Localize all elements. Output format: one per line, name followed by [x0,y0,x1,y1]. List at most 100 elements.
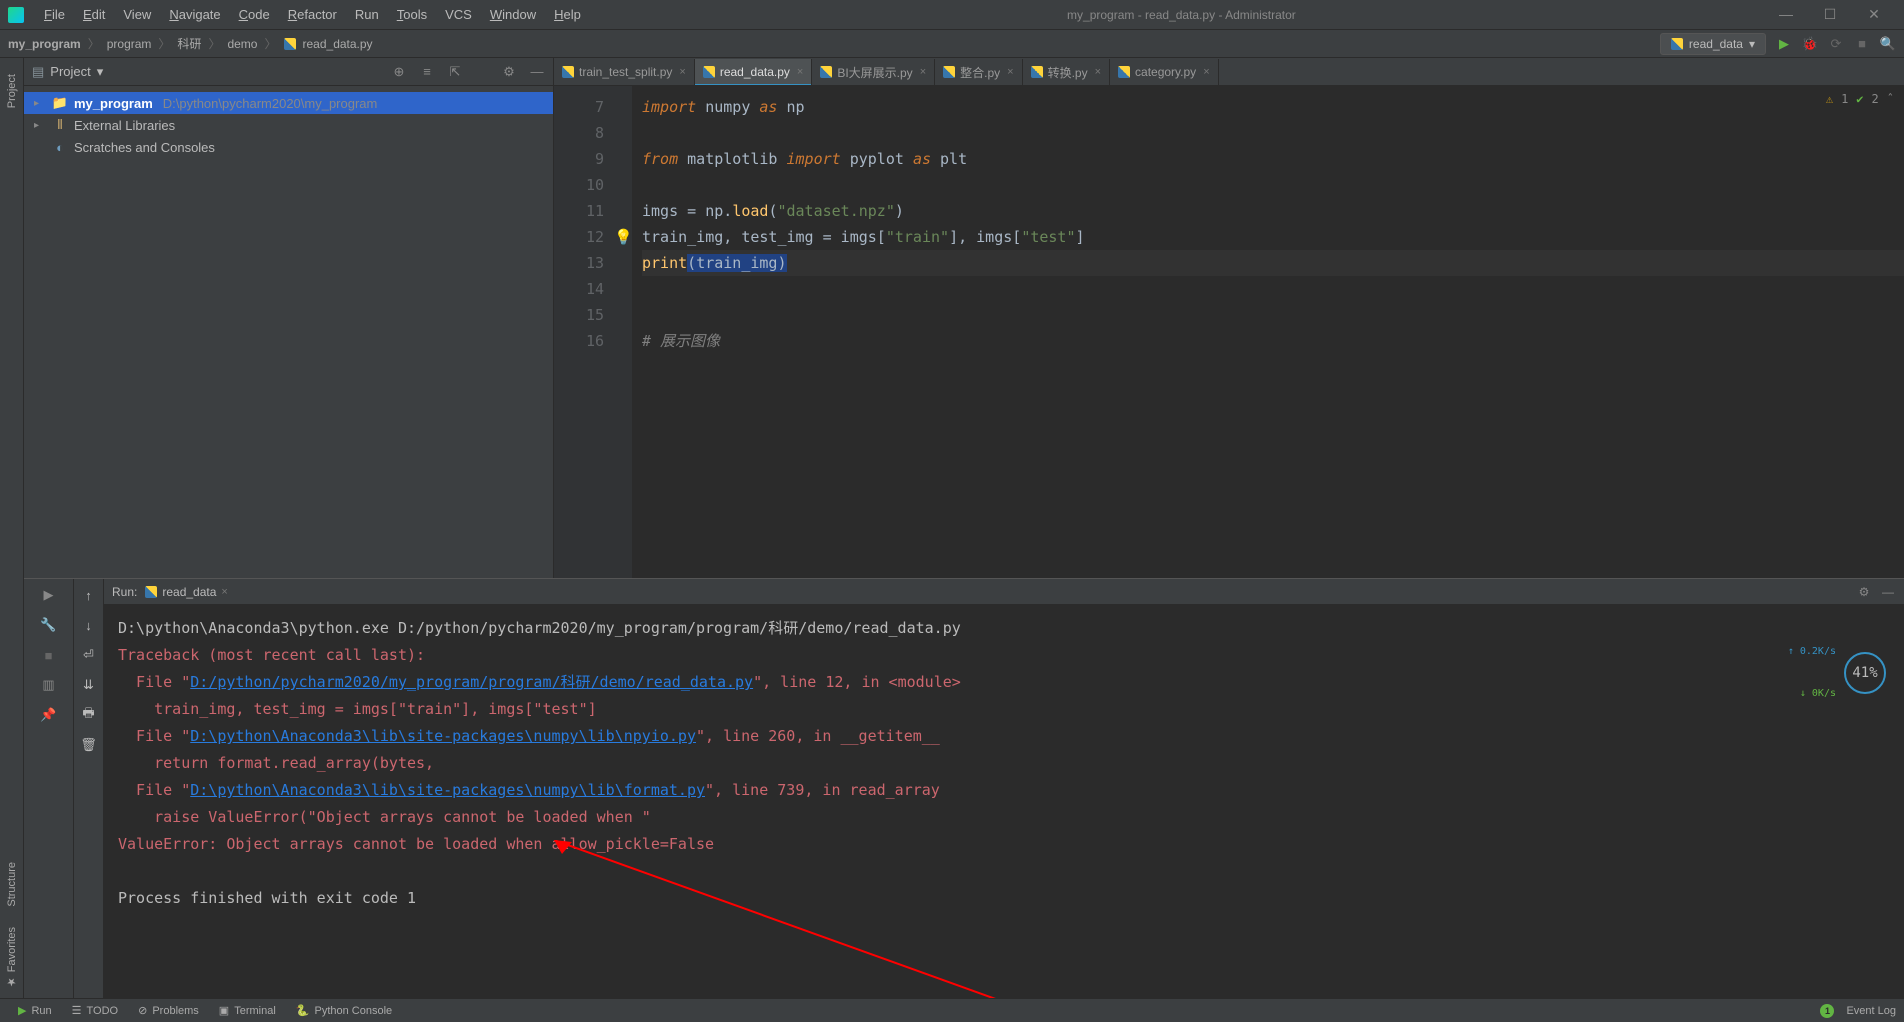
tree-root-row[interactable]: ▸ 📁 my_program D:\python\pycharm2020\my_… [24,92,553,114]
menu-help[interactable]: Help [546,3,589,26]
debug-button[interactable]: 🐞 [1802,36,1818,52]
search-everywhere-button[interactable]: 🔍 [1880,36,1896,52]
file-link[interactable]: D:\python\Anaconda3\lib\site-packages\nu… [190,727,696,745]
menu-run[interactable]: Run [347,3,387,26]
expand-arrow-icon[interactable]: ▸ [34,120,46,131]
menu-navigate[interactable]: Navigate [161,3,228,26]
layout-icon[interactable]: ▥ [41,677,57,693]
breadcrumb-item[interactable]: program [107,37,152,51]
run-button[interactable]: ▶ [1776,36,1792,52]
close-tab-icon[interactable]: × [1007,66,1013,78]
editor-tab[interactable]: 整合.py× [935,59,1022,85]
hide-icon[interactable]: — [1880,584,1896,600]
favorites-tool-button[interactable]: ★ Favorites [5,927,18,988]
project-pane-title[interactable]: Project [50,64,90,79]
check-icon: ✔ [1856,92,1863,106]
project-tool-button[interactable]: Project [6,74,18,108]
tree-external-libs[interactable]: ▸ ⫴ External Libraries [24,114,553,136]
close-tab-icon[interactable]: × [221,586,227,598]
soft-wrap-icon[interactable]: ⏎ [81,647,97,663]
editor-tab[interactable]: category.py× [1110,59,1219,85]
app-logo-icon [8,7,24,23]
structure-tool-button[interactable]: Structure [6,862,18,907]
tree-item-label: External Libraries [74,118,175,133]
tab-label: 转换.py [1048,64,1088,81]
run-config-name: read_data [1689,37,1743,51]
terminal-tool-button[interactable]: ▣Terminal [209,1004,286,1017]
run-tab[interactable]: read_data × [137,582,235,602]
inspection-widget[interactable]: ⚠1 ✔2 ˆ [1826,92,1894,106]
settings-icon[interactable]: ⚙ [1856,584,1872,600]
run-config-selector[interactable]: read_data ▾ [1660,33,1766,55]
editor-tab[interactable]: BI大屏展示.py × [812,59,935,85]
tree-scratches[interactable]: ◐ Scratches and Consoles [24,136,553,158]
close-tab-icon[interactable]: × [920,66,926,78]
breadcrumb-root[interactable]: my_program [8,37,81,51]
status-bar: ▶Run ☰TODO ⊘Problems ▣Terminal 🐍Python C… [0,998,1904,1022]
scroll-icon[interactable]: ⇊ [81,677,97,693]
close-tab-icon[interactable]: × [679,66,685,78]
expand-arrow-icon[interactable]: ▸ [34,98,46,109]
editor-tab[interactable]: 转换.py × [1023,59,1110,85]
settings-icon[interactable]: ⚙ [501,64,517,80]
coverage-button[interactable]: ⟳ [1828,36,1844,52]
console-line: train_img, test_img = imgs["train"], img… [118,700,597,718]
console-error-line: ValueError: Object arrays cannot be load… [118,835,714,853]
intention-bulb-icon[interactable]: 💡 [614,228,633,246]
expand-all-icon[interactable]: ≡ [419,64,435,80]
collapse-all-icon[interactable]: ⇱ [447,64,463,80]
menu-edit[interactable]: Edit [75,3,113,26]
menu-vcs[interactable]: VCS [437,3,480,26]
python-icon [703,66,715,78]
menu-file[interactable]: File [36,3,73,26]
chevron-down-icon[interactable]: ▾ [97,64,104,80]
chevron-icon[interactable]: ˆ [1887,92,1894,106]
editor-tab[interactable]: train_test_split.py× [554,59,695,85]
tree-root-name: my_program [74,96,153,111]
minimize-button[interactable]: — [1774,6,1798,23]
run-tool-button[interactable]: ▶Run [8,1004,62,1017]
maximize-button[interactable]: ☐ [1818,6,1842,23]
file-link[interactable]: D:/python/pycharm2020/my_program/program… [190,673,753,691]
menu-refactor[interactable]: Refactor [280,3,345,26]
trash-icon[interactable]: 🗑 [81,737,97,753]
breadcrumb-item[interactable]: demo [227,37,257,51]
ok-count: 2 [1872,92,1879,106]
wrench-icon[interactable]: 🔧 [41,617,57,633]
close-tab-icon[interactable]: × [797,66,803,78]
breadcrumb-file[interactable]: read_data.py [303,37,373,51]
todo-tool-button[interactable]: ☰TODO [62,1004,128,1017]
project-tree[interactable]: ▸ 📁 my_program D:\python\pycharm2020\my_… [24,86,553,164]
console-exit-line: Process finished with exit code 1 [118,889,416,907]
breadcrumb[interactable]: my_program 〉 program 〉 科研 〉 demo 〉 read_… [8,35,373,52]
menu-window[interactable]: Window [482,3,544,26]
print-icon[interactable]: 🖶 [81,707,97,723]
close-tab-icon[interactable]: × [1203,66,1209,78]
up-icon[interactable]: ↑ [81,587,97,603]
performance-widget[interactable]: ↑ 0.2K/s ↓ 0K/s 41% [1776,617,1886,729]
run-toolbar-left: ▶ 🔧 ■ ▥ 📌 [24,579,74,998]
event-log-button[interactable]: Event Log [1846,1005,1896,1017]
breadcrumb-item[interactable]: 科研 [177,35,201,52]
problems-tool-button[interactable]: ⊘Problems [128,1004,209,1017]
stop-icon[interactable]: ■ [41,647,57,663]
editor-tab-active[interactable]: read_data.py× [695,59,813,85]
left-tool-strip: Project Structure ★ Favorites [0,58,24,998]
rerun-button[interactable]: ▶ [41,587,57,603]
python-console-button[interactable]: 🐍Python Console [286,1004,402,1017]
file-link[interactable]: D:\python\Anaconda3\lib\site-packages\nu… [190,781,705,799]
tab-label: BI大屏展示.py [837,64,912,81]
hide-icon[interactable]: — [529,64,545,80]
close-button[interactable]: ✕ [1862,6,1886,23]
menu-view[interactable]: View [115,3,159,26]
menu-tools[interactable]: Tools [389,3,435,26]
stop-button[interactable]: ■ [1854,36,1870,52]
select-target-icon[interactable]: ⊕ [391,64,407,80]
window-controls: — ☐ ✕ [1774,6,1896,23]
console-line: return format.read_array(bytes, [118,754,434,772]
console-output[interactable]: D:\python\Anaconda3\python.exe D:/python… [104,605,1904,998]
close-tab-icon[interactable]: × [1095,66,1101,78]
down-icon[interactable]: ↓ [81,617,97,633]
menu-code[interactable]: Code [231,3,278,26]
pin-icon[interactable]: 📌 [41,707,57,723]
